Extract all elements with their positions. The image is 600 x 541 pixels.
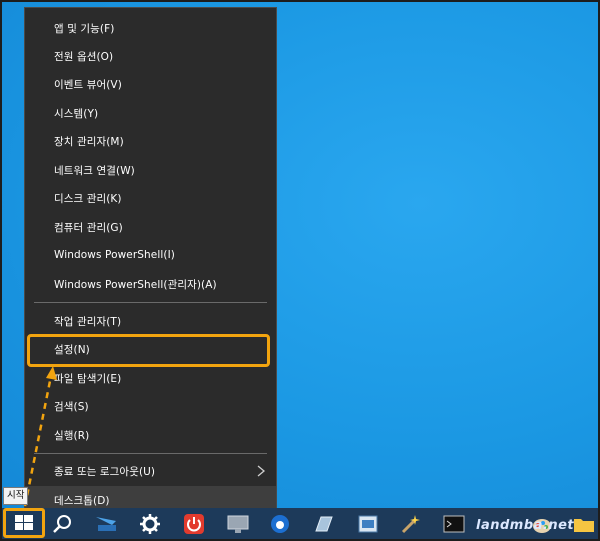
winx-context-menu: 앱 및 기능(F) 전원 옵션(O) 이벤트 뷰어(V) 시스템(Y) 장치 관… (24, 7, 277, 515)
menu-item-powershell-admin[interactable]: Windows PowerShell(관리자)(A) (25, 270, 276, 298)
terminal-icon (443, 515, 465, 533)
power-app-button[interactable] (182, 512, 206, 536)
menu-item-label: 전원 옵션(O) (54, 50, 114, 63)
menu-item-network-connections[interactable]: 네트워크 연결(W) (25, 156, 276, 184)
photo-viewer-icon (358, 515, 378, 533)
menu-item-label: Windows PowerShell(관리자)(A) (54, 278, 217, 291)
cortana-icon (96, 517, 116, 531)
menu-item-search[interactable]: 검색(S) (25, 392, 276, 420)
menu-item-power-options[interactable]: 전원 옵션(O) (25, 42, 276, 70)
menu-item-label: 앱 및 기능(F) (54, 22, 115, 35)
search-icon (53, 515, 71, 533)
menu-item-label: 이벤트 뷰어(V) (54, 78, 122, 91)
settings-highlight-box (27, 334, 270, 367)
menu-item-label: 파일 탐색기(E) (54, 372, 122, 385)
menu-item-label: 작업 관리자(T) (54, 315, 122, 328)
menu-item-run[interactable]: 실행(R) (25, 421, 276, 449)
pen-tablet-icon (315, 516, 333, 532)
watermark-text: landmba.net (476, 518, 575, 533)
monitor-icon (227, 515, 249, 533)
menu-item-task-manager[interactable]: 작업 관리자(T) (25, 307, 276, 335)
power-icon (184, 514, 204, 534)
terminal-button[interactable] (442, 512, 466, 536)
chevron-right-icon (257, 465, 266, 477)
settings-gear-icon (140, 514, 160, 534)
edge-icon (271, 515, 289, 533)
menu-item-label: 장치 관리자(M) (54, 135, 124, 148)
magic-wand-icon (401, 515, 420, 534)
menu-item-label: 종료 또는 로그아웃(U) (54, 465, 156, 478)
menu-separator (34, 302, 267, 303)
menu-item-shutdown-signout[interactable]: 종료 또는 로그아웃(U) (25, 457, 276, 485)
settings-taskbar-button[interactable] (138, 512, 162, 536)
pen-tablet-button[interactable] (312, 512, 336, 536)
menu-item-system[interactable]: 시스템(Y) (25, 99, 276, 127)
menu-separator (34, 453, 267, 454)
menu-item-apps-features[interactable]: 앱 및 기능(F) (25, 14, 276, 42)
menu-item-disk-management[interactable]: 디스크 관리(K) (25, 184, 276, 212)
folder-icon (574, 519, 594, 532)
menu-item-label: 네트워크 연결(W) (54, 164, 135, 177)
start-button[interactable] (3, 508, 45, 538)
file-explorer-button[interactable] (572, 512, 596, 536)
menu-item-label: 시스템(Y) (54, 107, 99, 120)
start-tooltip: 시작 (3, 487, 29, 505)
menu-item-label: 데스크톱(D) (54, 494, 110, 507)
menu-item-label: 디스크 관리(K) (54, 192, 122, 205)
windows-start-icon (15, 515, 33, 530)
menu-item-label: 검색(S) (54, 400, 89, 413)
menu-item-label: 실행(R) (54, 429, 90, 442)
cortana-button[interactable] (94, 512, 118, 536)
search-button[interactable] (50, 512, 74, 536)
menu-item-file-explorer[interactable]: 파일 탐색기(E) (25, 364, 276, 392)
menu-item-device-manager[interactable]: 장치 관리자(M) (25, 127, 276, 155)
menu-item-label: 컴퓨터 관리(G) (54, 221, 123, 234)
edge-button[interactable] (268, 512, 292, 536)
photo-viewer-button[interactable] (356, 512, 380, 536)
menu-item-computer-management[interactable]: 컴퓨터 관리(G) (25, 213, 276, 241)
menu-item-event-viewer[interactable]: 이벤트 뷰어(V) (25, 70, 276, 98)
monitor-app-button[interactable] (226, 512, 250, 536)
menu-item-powershell[interactable]: Windows PowerShell(I) (25, 241, 276, 269)
magic-wand-button[interactable] (398, 512, 422, 536)
menu-item-label: Windows PowerShell(I) (54, 249, 175, 261)
